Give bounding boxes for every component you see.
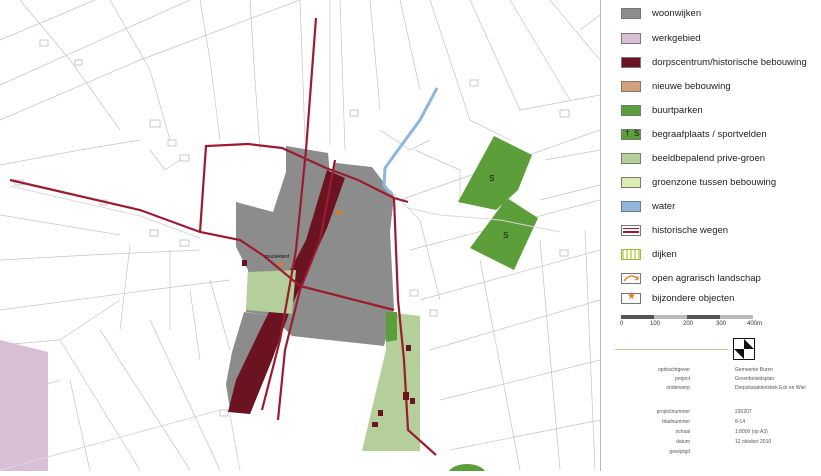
bijzonder-object-star-2: ★ xyxy=(277,259,285,269)
muziektent-label: muziektent xyxy=(265,254,290,260)
buurtpark-small xyxy=(386,312,397,342)
legend-swatch: † S xyxy=(621,128,641,140)
park-label-2: S xyxy=(503,231,508,240)
historic-road-icon xyxy=(621,224,641,236)
title-divider xyxy=(615,349,728,350)
park-label-1: S xyxy=(489,174,494,183)
water-course xyxy=(382,87,439,196)
bijzonder-object-star-1: ★ xyxy=(334,207,344,219)
legend-swatch xyxy=(621,272,641,284)
legend-swatch xyxy=(621,80,641,92)
scale-label: 400m xyxy=(747,321,763,327)
legend-item-dijken: dijken xyxy=(621,247,677,261)
legend-label: werkgebied xyxy=(652,32,701,44)
legend-label: beeldbepalend prive-groen xyxy=(652,152,766,164)
map-canvas[interactable]: ★ ★ muziektent S S xyxy=(0,0,601,476)
legend-label: nieuwe bebouwing xyxy=(652,80,731,92)
legend-label: begraafplaats / sportvelden xyxy=(652,128,767,140)
dike-hatch-icon xyxy=(621,248,641,260)
legend-item-groenzone: groenzone tussen bebouwing xyxy=(621,175,776,189)
buurtpark-1 xyxy=(458,136,532,210)
landscape-arrow-icon xyxy=(623,274,639,281)
legend-swatch: ★ xyxy=(621,290,641,304)
scale-label: 0 xyxy=(620,321,624,327)
legend-swatch xyxy=(621,200,641,212)
legend-item-beeldbepalend: beeldbepalend prive-groen xyxy=(621,151,765,165)
werkgebied-area xyxy=(0,340,48,471)
legend-label: woonwijken xyxy=(652,7,702,19)
legend-item-dorpscentrum: dorpscentrum/historische bebouwing xyxy=(621,55,807,69)
map-legend: woonwijken werkgebied dorpscentrum/histo… xyxy=(600,0,821,471)
legend-item-begraafplaats: † S begraafplaats / sportvelden xyxy=(621,127,767,141)
meta-gewijzigd: gewijzigd xyxy=(669,449,690,455)
legend-item-bijzondere-objecten: ★ bijzondere objecten xyxy=(621,291,734,305)
legend-swatch xyxy=(621,7,641,19)
scale-label: 200 xyxy=(683,321,694,327)
legend-label: buurtparken xyxy=(652,104,703,116)
legend-swatch xyxy=(621,32,641,44)
legend-item-werkgebied: werkgebied xyxy=(621,31,701,45)
meta-projectnummer: projectnummer 230207 xyxy=(656,409,752,415)
legend-swatch xyxy=(621,152,641,164)
meta-onderwerp: onderwerp Dorpskarakteristiek Eck en Wie… xyxy=(666,385,806,391)
meta-project: project Groenbeleidsplan xyxy=(674,376,775,382)
legend-label: open agrarisch landschap xyxy=(652,272,761,284)
north-logo-icon xyxy=(733,338,755,360)
meta-bladnummer: bladnummer 8-14 xyxy=(662,419,746,425)
legend-label: dijken xyxy=(652,248,677,260)
legend-label: dorpscentrum/historische bebouwing xyxy=(652,56,807,68)
cross-icon: † xyxy=(625,128,630,138)
legend-swatch xyxy=(621,56,641,68)
scale-label: 100 xyxy=(650,321,661,327)
legend-item-historische-wegen: historische wegen xyxy=(621,223,728,237)
legend-item-open-landschap: open agrarisch landschap xyxy=(621,271,761,285)
legend-label: historische wegen xyxy=(652,224,729,236)
scale-label: 300 xyxy=(716,321,727,327)
legend-item-woonwijken: woonwijken xyxy=(621,6,701,20)
legend-label: groenzone tussen bebouwing xyxy=(652,176,777,188)
star-icon: ★ xyxy=(627,290,636,302)
legend-item-buurtparken: buurtparken xyxy=(621,103,703,117)
legend-item-water: water xyxy=(621,199,675,213)
meta-opdrachtgever: opdrachtgever Gemeente Buren xyxy=(658,367,774,373)
meta-schaal: schaal 1:8000 (op A3) xyxy=(675,429,768,435)
buurtpark-3 xyxy=(447,464,487,476)
legend-label: bijzondere objecten xyxy=(652,292,735,304)
sport-s-icon: S xyxy=(634,128,640,138)
legend-swatch xyxy=(621,104,641,116)
legend-label: water xyxy=(652,200,676,212)
meta-datum: datum 12 oktober 2010 xyxy=(676,439,772,445)
map-svg: ★ ★ muziektent S S xyxy=(0,0,601,476)
legend-swatch xyxy=(621,176,641,188)
legend-item-nieuwe-bebouwing: nieuwe bebouwing xyxy=(621,79,731,93)
